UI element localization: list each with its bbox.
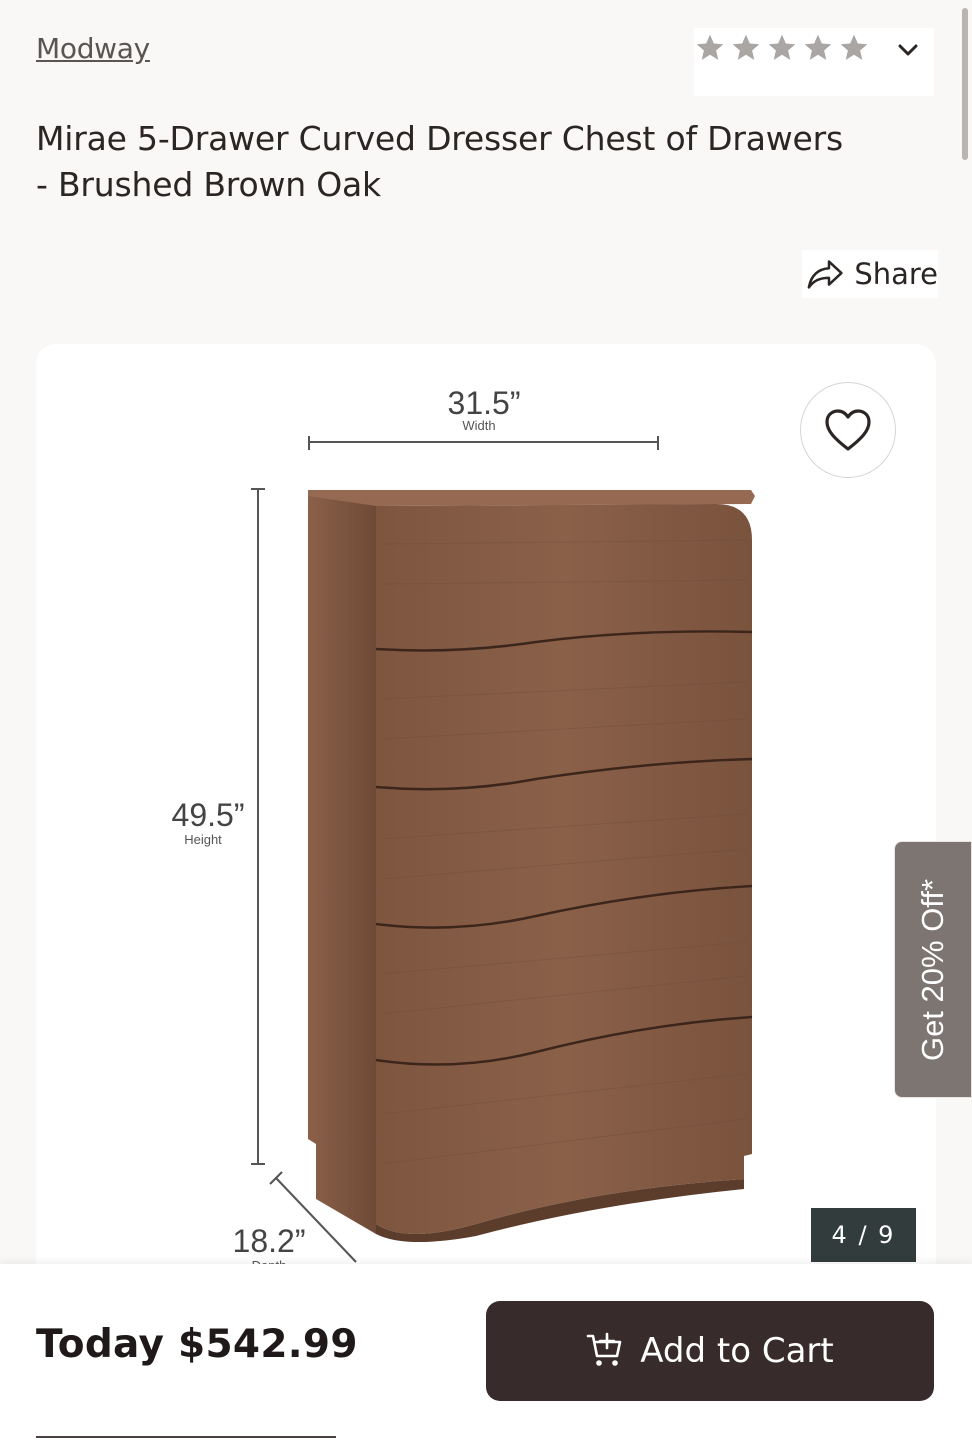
product-title: Mirae 5-Drawer Curved Dresser Chest of D… [36, 119, 844, 204]
height-label: Height [184, 832, 222, 847]
width-label: Width [462, 418, 495, 433]
chevron-down-icon[interactable] [896, 38, 920, 62]
star-icon [804, 34, 832, 60]
image-counter: 4 / 9 [811, 1208, 916, 1262]
star-icon [696, 34, 724, 60]
divider [36, 1436, 336, 1438]
star-icon [732, 34, 760, 60]
depth-value: 18.2” [233, 1223, 306, 1259]
brand-link[interactable]: Modway [36, 32, 150, 65]
add-to-cart-button[interactable]: Add to Cart [486, 1301, 934, 1401]
favorite-button[interactable] [800, 382, 896, 478]
star-icon [840, 34, 868, 60]
product-image-gallery[interactable]: 31.5” Width 49.5” Height 18.2” Depth [36, 344, 936, 1284]
height-value: 49.5” [172, 797, 245, 833]
star-icon [768, 34, 796, 60]
share-button[interactable]: Share [802, 250, 938, 298]
width-value: 31.5” [448, 385, 521, 421]
heart-icon [825, 409, 871, 451]
scrollbar[interactable] [962, 8, 968, 160]
add-to-cart-label: Add to Cart [640, 1331, 834, 1371]
rating-widget[interactable] [694, 28, 934, 96]
cart-plus-icon [586, 1332, 622, 1366]
price: Today $542.99 [36, 1322, 358, 1367]
purchase-bar: Today $542.99 Add to Cart [0, 1264, 972, 1440]
star-rating [694, 32, 870, 64]
promo-label: Get 20% Off* [915, 878, 950, 1061]
dresser-image: 31.5” Width 49.5” Height 18.2” Depth [172, 385, 755, 1273]
share-arrow-icon [807, 260, 843, 289]
share-label: Share [854, 257, 938, 291]
promo-tab[interactable]: Get 20% Off* [894, 841, 972, 1098]
